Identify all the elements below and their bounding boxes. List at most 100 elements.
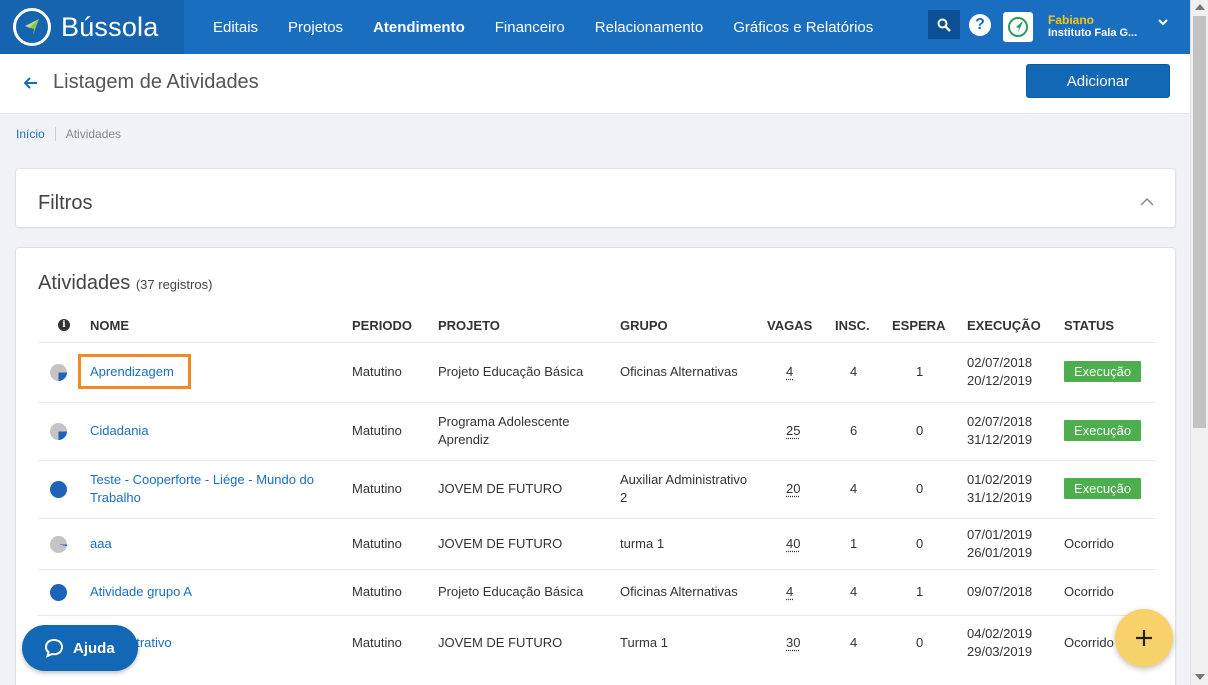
breadcrumb-separator [55,127,56,141]
activity-grupo: Turma 1 [620,634,755,652]
activity-espera: 0 [916,480,923,498]
help-chat-button[interactable]: Ajuda [22,625,138,671]
chat-bubble-icon [44,638,64,658]
activity-periodo: Matutino [352,422,402,440]
search-button[interactable] [928,10,960,39]
activity-inicio: 09/07/2018 [967,583,1032,601]
nav-relacionamento[interactable]: Relacionamento [595,19,703,36]
activity-fim: 26/01/2019 [967,544,1032,562]
brand-logo[interactable]: Bússola [0,0,184,54]
scroll-thumb[interactable] [1193,16,1206,428]
progress-pie-icon [50,536,67,553]
activity-projeto: JOVEM DE FUTURO [438,535,608,553]
activity-fim: 29/03/2019 [967,643,1032,661]
vertical-scrollbar[interactable] [1190,0,1208,685]
activity-espera: 0 [916,535,923,553]
col-header-projeto[interactable]: PROJETO [438,318,500,333]
activity-grupo: Oficinas Alternativas [620,363,755,381]
records-count: (37 registros) [136,277,213,292]
activity-vagas-link[interactable]: 20 [786,480,800,498]
activity-vagas-link[interactable]: 4 [786,583,793,601]
main-nav: Editais Projetos Atendimento Financeiro … [213,0,903,54]
progress-pie-icon [50,364,67,381]
chevron-up-icon[interactable] [1140,197,1154,207]
activity-espera: 1 [916,583,923,601]
scroll-up-arrow[interactable] [1195,4,1205,10]
activity-periodo: Matutino [352,363,402,381]
activity-inicio: 02/07/2018 [967,354,1032,372]
progress-pie-icon [50,481,67,498]
status-badge: Execução [1064,478,1141,499]
status-badge: Execução [1064,420,1141,441]
progress-pie-icon [50,584,67,601]
search-icon [937,18,951,32]
activity-name-link[interactable]: Cidadania [90,422,340,440]
page-header: Listagem de Atividades Adicionar [0,54,1190,114]
info-icon[interactable]: i [58,319,70,331]
activities-heading: Atividades [38,272,130,294]
selection-highlight [78,354,191,389]
col-header-status[interactable]: STATUS [1064,318,1114,333]
compass-icon [13,8,51,46]
activities-panel: Atividades (37 registros) i NOME PERIODO… [15,247,1176,685]
col-header-periodo[interactable]: PERIODO [352,318,412,333]
nav-atendimento[interactable]: Atendimento [373,19,465,36]
nav-projetos[interactable]: Projetos [288,19,343,36]
nav-editais[interactable]: Editais [213,19,258,36]
activity-insc: 6 [850,422,857,440]
nav-graficos-relatorios[interactable]: Gráficos e Relatórios [733,19,873,36]
activity-grupo: Oficinas Alternativas [620,583,755,601]
activity-projeto: Programa Adolescente Aprendiz [438,413,608,449]
activity-periodo: Matutino [352,583,402,601]
activity-name-link[interactable]: Atividade grupo A [90,583,340,601]
add-button[interactable]: Adicionar [1026,64,1170,98]
activity-fim: 31/12/2019 [967,489,1032,507]
activity-insc: 4 [850,363,857,381]
help-chat-label: Ajuda [73,640,115,657]
compass-icon [1007,16,1029,38]
status-text: Ocorrido [1064,634,1114,652]
add-fab-button[interactable] [1115,609,1173,667]
back-arrow-icon[interactable] [22,74,40,92]
user-org[interactable]: Instituto Fala G... [1048,27,1137,39]
plus-icon [1134,628,1154,648]
activity-vagas-link[interactable]: 40 [786,535,800,553]
brand-name: Bússola [61,12,158,43]
activity-espera: 0 [916,634,923,652]
breadcrumb: Início Atividades [16,127,121,141]
activity-vagas-link[interactable]: 30 [786,634,800,652]
chevron-down-icon[interactable] [1157,16,1169,28]
scroll-down-arrow[interactable] [1195,674,1205,680]
col-header-grupo[interactable]: GRUPO [620,318,668,333]
filters-title: Filtros [38,192,92,215]
breadcrumb-home[interactable]: Início [16,127,45,141]
col-header-nome[interactable]: NOME [90,318,129,333]
activity-inicio: 04/02/2019 [967,625,1032,643]
activity-fim: 20/12/2019 [967,372,1032,390]
activity-name-link[interactable]: Teste - Cooperforte - Liége - Mundo do T… [90,471,340,507]
col-header-vagas[interactable]: VAGAS [767,318,812,333]
status-text: Ocorrido [1064,583,1114,601]
progress-pie-icon [50,423,67,440]
activity-projeto: Projeto Educação Básica [438,363,608,381]
org-avatar[interactable] [1003,12,1033,42]
activity-insc: 4 [850,583,857,601]
col-header-execucao[interactable]: EXECUÇÃO [967,318,1041,333]
activities-title: Atividades (37 registros) [38,272,212,295]
user-name[interactable]: Fabiano [1048,13,1094,27]
help-icon[interactable]: ? [969,14,991,36]
col-header-espera[interactable]: ESPERA [892,318,945,333]
nav-financeiro[interactable]: Financeiro [495,19,565,36]
page-title: Listagem de Atividades [53,71,259,94]
activity-vagas-link[interactable]: 25 [786,422,800,440]
activity-periodo: Matutino [352,634,402,652]
activity-grupo: turma 1 [620,535,755,553]
activity-vagas-link[interactable]: 4 [786,363,793,381]
activity-projeto: JOVEM DE FUTURO [438,480,608,498]
activity-inicio: 07/01/2019 [967,526,1032,544]
activity-name-link[interactable]: aaa [90,535,340,553]
col-header-insc[interactable]: INSC. [835,318,870,333]
filters-panel[interactable]: Filtros [15,168,1176,228]
activity-insc: 4 [850,634,857,652]
activity-projeto: JOVEM DE FUTURO [438,634,608,652]
